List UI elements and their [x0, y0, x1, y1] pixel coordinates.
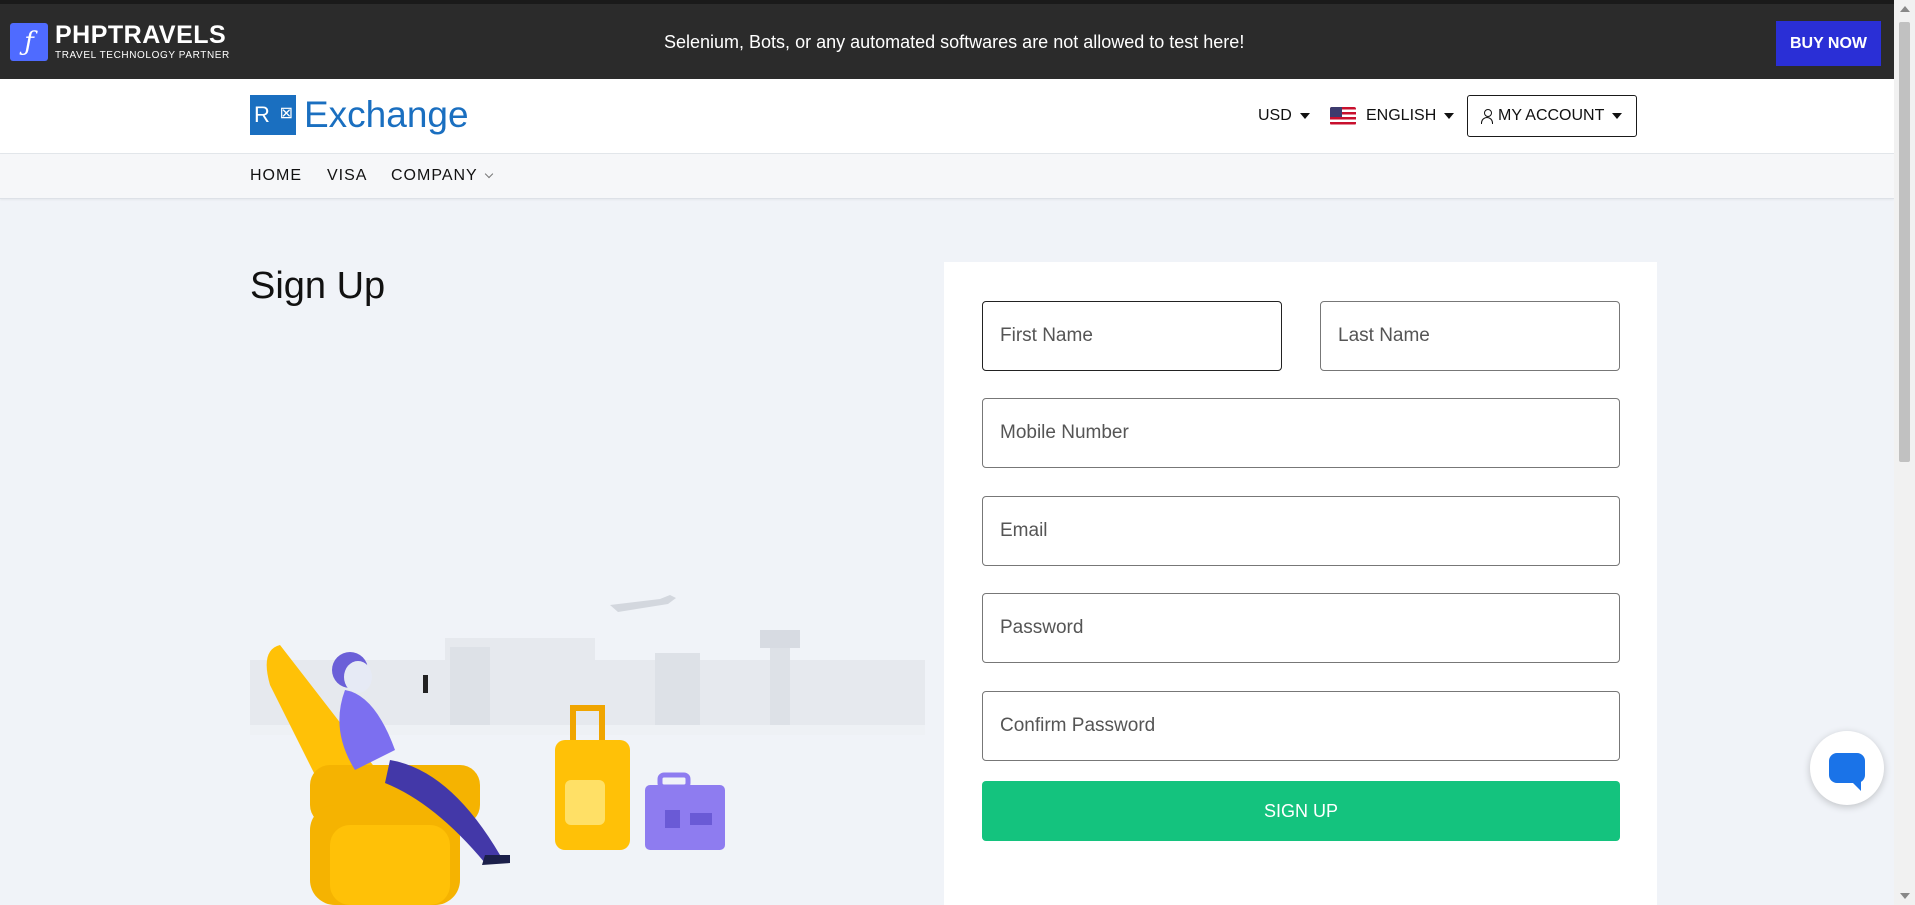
brand-logo[interactable]: ƒ PHPTRAVELS TRAVEL TECHNOLOGY PARTNER [10, 23, 230, 61]
brand-name: PHPTRAVELS [55, 21, 227, 49]
my-account-button[interactable]: MY ACCOUNT [1467, 95, 1637, 137]
main-nav: HOME VISA COMPANY [0, 154, 1894, 199]
currency-dropdown[interactable]: USD [1258, 107, 1310, 125]
caret-down-icon [1444, 113, 1455, 119]
nav-item-company[interactable]: COMPANY [391, 167, 493, 185]
chevron-down-icon [484, 169, 493, 179]
chat-bubble-icon [1829, 753, 1865, 791]
nav-item-company-label: COMPANY [391, 167, 478, 184]
caret-down-icon [1299, 113, 1310, 119]
logo-text: Exchange [304, 94, 469, 135]
automation-notice: Selenium, Bots, or any automated softwar… [664, 32, 1245, 52]
language-label: ENGLISH [1366, 107, 1437, 124]
traveler-illustration [250, 595, 925, 905]
us-flag-icon [1330, 107, 1356, 125]
site-header: R ⊠ Exchange USD ENGLISH MY ACCOUNT [0, 79, 1894, 154]
brand-tagline: TRAVEL TECHNOLOGY PARTNER [55, 50, 230, 61]
nav-item-home[interactable]: HOME [250, 167, 302, 185]
top-banner: ƒ PHPTRAVELS TRAVEL TECHNOLOGY PARTNER S… [0, 0, 1894, 79]
phptravels-logo-icon: ƒ [10, 23, 48, 61]
sign-up-button[interactable]: SIGN UP [982, 781, 1620, 841]
my-account-label: MY ACCOUNT [1498, 107, 1605, 124]
scrollbar-thumb[interactable] [1899, 22, 1910, 462]
buy-now-button[interactable]: BUY NOW [1776, 21, 1881, 66]
password-field[interactable] [982, 593, 1620, 663]
currency-label: USD [1258, 107, 1292, 124]
first-name-field[interactable] [982, 301, 1282, 371]
scroll-up-icon[interactable] [1900, 6, 1910, 12]
chat-widget-button[interactable] [1810, 731, 1884, 805]
last-name-field[interactable] [1320, 301, 1620, 371]
scroll-down-icon[interactable] [1900, 893, 1910, 899]
exchange-logo-icon: R ⊠ [250, 95, 296, 135]
page-scrollbar[interactable] [1894, 0, 1915, 905]
language-dropdown[interactable]: ENGLISH [1330, 107, 1455, 125]
caret-down-icon [1612, 113, 1623, 119]
exchange-logo[interactable]: R ⊠ Exchange [250, 94, 469, 136]
page-title: Sign Up [250, 265, 386, 307]
mobile-number-field[interactable] [982, 398, 1620, 468]
email-field[interactable] [982, 496, 1620, 566]
user-icon [1481, 109, 1493, 124]
nav-item-visa[interactable]: VISA [327, 167, 367, 185]
confirm-password-field[interactable] [982, 691, 1620, 761]
